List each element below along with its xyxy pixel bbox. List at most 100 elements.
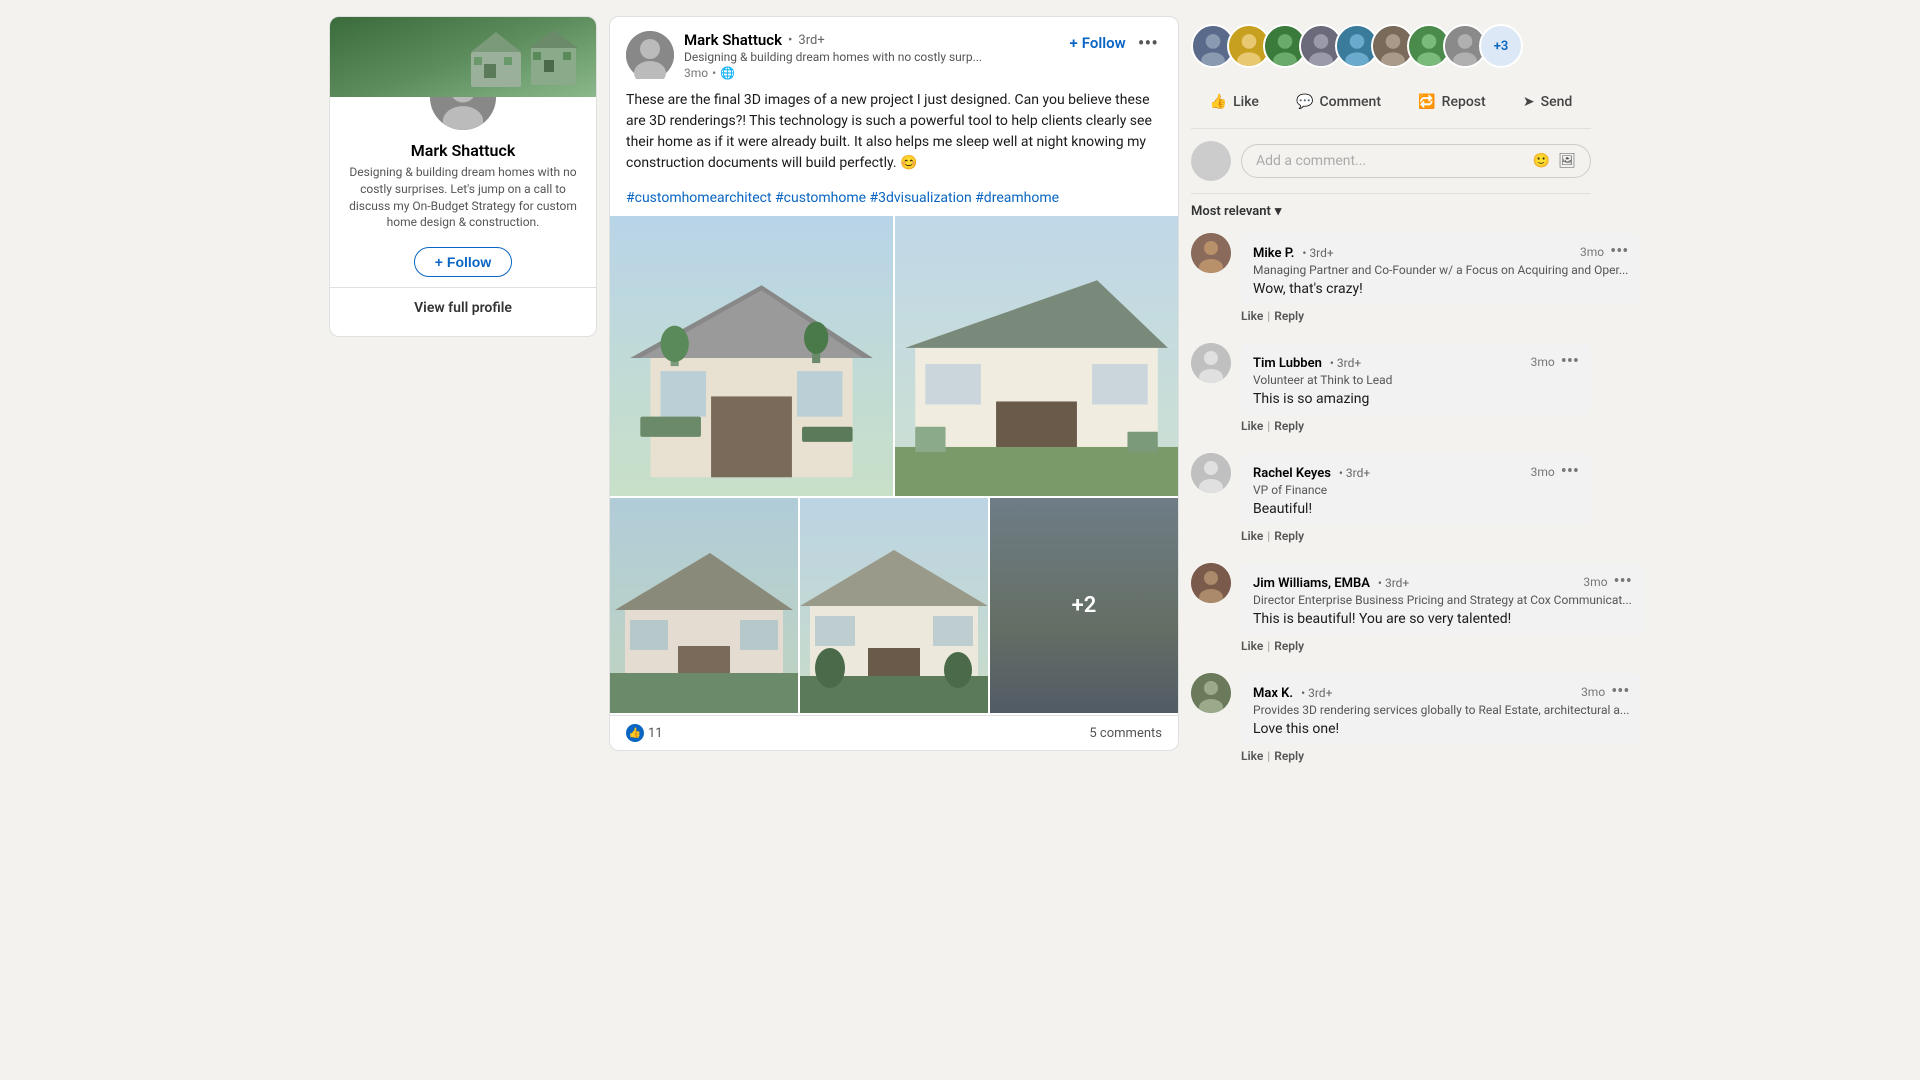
post-images-grid: +2 — [610, 216, 1178, 713]
post-time: 3mo — [684, 66, 708, 80]
post-hashtags[interactable]: #customhomearchitect #customhome #3dvisu… — [610, 184, 1178, 216]
profile-bio: Designing & building dream homes with no… — [330, 164, 596, 247]
plus-icon: + — [435, 254, 443, 270]
post-body: These are the final 3D images of a new p… — [610, 90, 1178, 184]
comment-3-bubble: Rachel Keyes • 3rd+ 3mo ••• VP of Financ… — [1241, 453, 1591, 525]
right-panel: +3 👍 Like 💬 Comment 🔁 Repost ➤ Send Add … — [1191, 16, 1591, 773]
view-full-profile-link[interactable]: View full profile — [330, 287, 596, 336]
current-user-avatar — [1191, 141, 1231, 181]
post-author-tagline: Designing & building dream homes with no… — [684, 50, 984, 64]
comment-3-degree: • 3rd+ — [1339, 466, 1370, 480]
comment-5-reply-button[interactable]: Reply — [1274, 749, 1304, 763]
comment-2-meta: Like | Reply — [1241, 417, 1591, 435]
comment-2-header: Tim Lubben • 3rd+ 3mo ••• Volunteer at T… — [1191, 343, 1591, 415]
comment-3-role: VP of Finance — [1253, 483, 1579, 497]
comment-4-author: Jim Williams, EMBA — [1253, 576, 1370, 591]
viewers-row: +3 — [1191, 16, 1591, 80]
profile-name: Mark Shattuck — [330, 141, 596, 164]
comment-1-degree: • 3rd+ — [1302, 246, 1333, 260]
comment-2-reply-button[interactable]: Reply — [1274, 419, 1304, 433]
comment-5-time: 3mo — [1581, 685, 1605, 699]
comment-1-text: Wow, that's crazy! — [1253, 281, 1628, 297]
visibility-icon — [720, 66, 735, 80]
comment-1-role: Managing Partner and Co-Founder w/ a Foc… — [1253, 263, 1628, 277]
post-image-1[interactable] — [610, 216, 893, 496]
comment-item: Jim Williams, EMBA • 3rd+ 3mo ••• Direct… — [1191, 555, 1591, 663]
post-image-3[interactable] — [610, 498, 798, 713]
post-footer: 👍 11 5 comments — [610, 715, 1178, 750]
comment-2-more-button[interactable]: ••• — [1561, 351, 1579, 372]
post-image-5[interactable]: +2 — [990, 498, 1178, 713]
profile-sidebar: Mark Shattuck Designing & building dream… — [329, 16, 597, 337]
most-relevant-filter[interactable]: Most relevant ▾ — [1191, 194, 1591, 225]
cover-house-illustration — [466, 22, 586, 92]
comment-2-author: Tim Lubben — [1253, 356, 1322, 371]
comment-4-bubble: Jim Williams, EMBA • 3rd+ 3mo ••• Direct… — [1241, 563, 1644, 635]
comment-1-like-button[interactable]: Like — [1241, 307, 1263, 325]
comments-section: Mike P. • 3rd+ 3mo ••• Managing Partner … — [1191, 225, 1591, 773]
comment-5-author: Max K. — [1253, 686, 1293, 701]
comment-input-row: Add a comment... 🙂 🖼 — [1191, 129, 1591, 194]
comment-3-avatar — [1191, 453, 1231, 493]
comment-1-reply-button[interactable]: Reply — [1274, 309, 1304, 323]
comment-1-author: Mike P. — [1253, 246, 1294, 261]
image-button[interactable]: 🖼 — [1558, 153, 1576, 169]
post-author-avatar — [626, 31, 674, 79]
emoji-button[interactable]: 🙂 — [1533, 153, 1550, 169]
like-label: Like — [1233, 94, 1259, 110]
comment-button[interactable]: 💬 Comment — [1286, 88, 1391, 116]
comment-3-time: 3mo — [1531, 465, 1555, 479]
comment-5-more-button[interactable]: ••• — [1611, 681, 1629, 702]
like-button[interactable]: 👍 Like — [1200, 88, 1269, 116]
like-icon: 👍 — [1210, 94, 1227, 110]
post-degree-badge: 3rd+ — [798, 33, 824, 48]
comment-3-like-button[interactable]: Like — [1241, 527, 1263, 545]
comment-3-reply-button[interactable]: Reply — [1274, 529, 1304, 543]
comment-2-like-button[interactable]: Like — [1241, 417, 1263, 435]
post-meta: Mark Shattuck • 3rd+ Designing & buildin… — [684, 31, 1060, 80]
more-images-count: +2 — [1072, 593, 1097, 618]
post-image-4[interactable] — [800, 498, 988, 713]
post-follow-button[interactable]: + Follow — [1070, 34, 1126, 52]
comment-1-bubble: Mike P. • 3rd+ 3mo ••• Managing Partner … — [1241, 233, 1640, 305]
comment-2-role: Volunteer at Think to Lead — [1253, 373, 1579, 387]
send-label: Send — [1541, 94, 1573, 110]
main-feed: Mark Shattuck • 3rd+ Designing & buildin… — [609, 16, 1179, 751]
plus-icon: + — [1070, 34, 1078, 52]
post-author-row: Mark Shattuck • 3rd+ — [684, 31, 1060, 49]
comment-4-time: 3mo — [1583, 575, 1607, 589]
post-author-degree: • — [788, 33, 792, 48]
reactions-count: 👍 11 — [626, 724, 663, 742]
comment-4-more-button[interactable]: ••• — [1614, 571, 1632, 592]
comment-3-text: Beautiful! — [1253, 501, 1579, 517]
comment-5-role: Provides 3D rendering services globally … — [1253, 703, 1629, 717]
comment-5-text: Love this one! — [1253, 721, 1629, 737]
post-image-2[interactable] — [895, 216, 1178, 496]
comment-2-avatar — [1191, 343, 1231, 383]
sidebar-follow-button[interactable]: + Follow — [414, 247, 513, 277]
comment-4-reply-button[interactable]: Reply — [1274, 639, 1304, 653]
comment-3-more-button[interactable]: ••• — [1561, 461, 1579, 482]
comment-4-like-button[interactable]: Like — [1241, 637, 1263, 655]
comment-icon: 💬 — [1296, 94, 1313, 110]
comment-4-avatar — [1191, 563, 1231, 603]
cover-photo — [330, 17, 596, 97]
post-card: Mark Shattuck • 3rd+ Designing & buildin… — [609, 16, 1179, 751]
more-images-overlay[interactable]: +2 — [990, 498, 1178, 713]
comment-2-bubble: Tim Lubben • 3rd+ 3mo ••• Volunteer at T… — [1241, 343, 1591, 415]
comment-4-text: This is beautiful! You are so very talen… — [1253, 611, 1632, 627]
send-button[interactable]: ➤ Send — [1513, 88, 1582, 116]
comment-1-meta: Like | Reply — [1241, 307, 1591, 325]
comment-input-box[interactable]: Add a comment... 🙂 🖼 — [1241, 144, 1591, 178]
post-author-name: Mark Shattuck — [684, 31, 782, 49]
comment-1-header: Mike P. • 3rd+ 3mo ••• Managing Partner … — [1191, 233, 1591, 305]
comment-1-more-button[interactable]: ••• — [1610, 241, 1628, 262]
post-header: Mark Shattuck • 3rd+ Designing & buildin… — [610, 17, 1178, 90]
comment-3-meta: Like | Reply — [1241, 527, 1591, 545]
repost-button[interactable]: 🔁 Repost — [1408, 88, 1495, 116]
comment-item: Tim Lubben • 3rd+ 3mo ••• Volunteer at T… — [1191, 335, 1591, 443]
send-icon: ➤ — [1523, 94, 1535, 110]
comment-5-like-button[interactable]: Like — [1241, 747, 1263, 765]
post-header-actions: + Follow ••• — [1070, 31, 1162, 55]
post-more-button[interactable]: ••• — [1134, 31, 1162, 55]
